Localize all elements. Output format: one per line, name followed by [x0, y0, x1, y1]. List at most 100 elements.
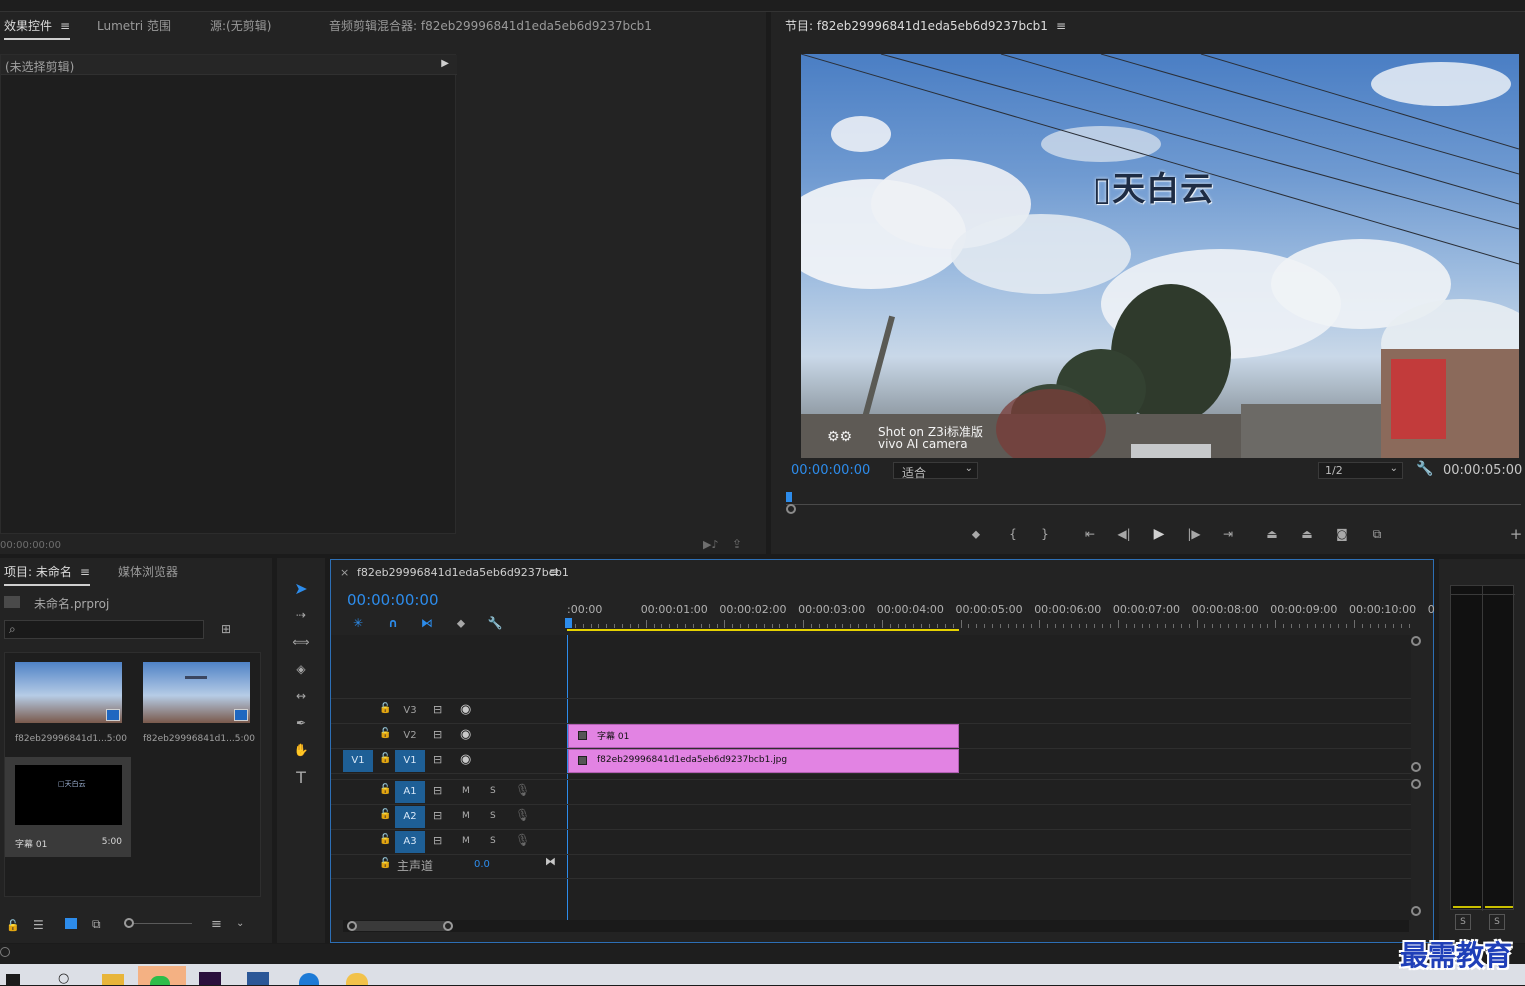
playhead-marker[interactable]: [786, 492, 792, 502]
chevron-down-icon[interactable]: ⌄: [236, 918, 244, 929]
voiceover-mic-icon[interactable]: 🎙: [515, 833, 530, 847]
work-area-bar[interactable]: [567, 629, 959, 631]
lock-track-icon[interactable]: 🔓: [379, 753, 391, 764]
track-target-a1[interactable]: A1: [395, 781, 425, 803]
eye-toggle-icon[interactable]: ◉: [460, 727, 471, 742]
voiceover-mic-icon[interactable]: 🎙: [515, 783, 530, 797]
eye-toggle-icon[interactable]: ◉: [460, 752, 471, 767]
sync-lock-icon[interactable]: ⊟: [433, 784, 442, 797]
solo-button[interactable]: S: [490, 836, 496, 846]
pen-tool-icon[interactable]: ✒: [289, 713, 313, 733]
zoom-slider-handle[interactable]: [124, 918, 134, 928]
audio-scroll-handle[interactable]: [1411, 779, 1421, 789]
sync-lock-icon[interactable]: ⊟: [433, 703, 442, 716]
step-back-icon[interactable]: ◀|: [1116, 526, 1132, 542]
wrench-settings-icon[interactable]: 🔧: [486, 615, 504, 631]
lift-icon[interactable]: ⏏: [1262, 526, 1282, 542]
add-button-icon[interactable]: +: [1509, 525, 1523, 543]
extract-icon[interactable]: ⏏: [1297, 526, 1317, 542]
razor-tool-icon[interactable]: ◈: [289, 659, 313, 679]
panel-menu-icon[interactable]: ≡: [60, 12, 70, 40]
go-to-out-point-icon[interactable]: ⧓: [545, 855, 556, 868]
scroll-end-handle[interactable]: [443, 921, 453, 931]
scrollbar-thumb[interactable]: [347, 921, 453, 931]
selection-tool-icon[interactable]: ➤: [289, 578, 313, 598]
lock-track-icon[interactable]: 🔓: [379, 809, 391, 820]
word-icon[interactable]: [247, 972, 269, 985]
playhead-marker[interactable]: [565, 618, 572, 628]
step-forward-icon[interactable]: |▶: [1186, 526, 1202, 542]
track-target-v3[interactable]: V3: [395, 700, 425, 722]
track-select-tool-icon[interactable]: ⇢: [289, 605, 313, 625]
time-ruler[interactable]: :00:00 00:00:01:00 00:00:02:00 00:00:03:00 0…: [565, 598, 1435, 632]
sync-lock-icon[interactable]: ⊟: [433, 753, 442, 766]
lock-track-icon[interactable]: 🔓: [379, 834, 391, 845]
windows-start-icon[interactable]: [6, 974, 20, 985]
project-item-selected[interactable]: □天白云 字幕 01 5:00: [5, 757, 131, 857]
comparison-view-icon[interactable]: ⧉: [1367, 526, 1387, 542]
solo-button[interactable]: S: [490, 811, 496, 821]
hand-tool-icon[interactable]: ✋: [289, 740, 313, 760]
video-scroll-handle[interactable]: [1411, 762, 1421, 772]
camera-export-frame-icon[interactable]: ◙: [1333, 526, 1351, 542]
track-target-a2[interactable]: A2: [395, 806, 425, 828]
icon-view-icon[interactable]: [65, 918, 77, 929]
zoom-handle[interactable]: [786, 504, 796, 514]
track-target-a3[interactable]: A3: [395, 831, 425, 853]
clip-v2[interactable]: 字幕 01: [568, 724, 959, 748]
sequence-tab-label[interactable]: f82eb29996841d1eda5eb6d9237bcb1: [357, 566, 569, 579]
linked-selection-icon[interactable]: ⧑: [418, 615, 436, 631]
timeline-current-time[interactable]: 00:00:00:00: [347, 591, 439, 609]
search-input[interactable]: ⌕: [4, 620, 204, 639]
mute-button[interactable]: M: [462, 836, 470, 846]
file-explorer-icon[interactable]: [102, 974, 124, 985]
eye-toggle-icon[interactable]: ◉: [460, 702, 471, 717]
master-volume-value[interactable]: 0.0: [474, 859, 490, 870]
track-target-v2[interactable]: V2: [395, 725, 425, 747]
program-video-frame[interactable]: ▯天白云 ⚙⚙ Shot on Z3i标准版 vivo AI camera: [801, 54, 1519, 458]
mute-button[interactable]: M: [462, 786, 470, 796]
voiceover-mic-icon[interactable]: 🎙: [515, 808, 530, 822]
track-target-v1[interactable]: V1: [395, 750, 425, 772]
go-to-in-icon[interactable]: ⇤: [1081, 526, 1099, 542]
panel-menu-icon[interactable]: ≡: [80, 558, 90, 586]
lock-track-icon[interactable]: 🔓: [379, 784, 391, 795]
lock-track-icon[interactable]: 🔓: [379, 728, 391, 739]
tab-media-browser[interactable]: 媒体浏览器: [118, 558, 178, 586]
list-view-icon[interactable]: ☰: [33, 918, 44, 932]
scroll-start-handle[interactable]: [347, 921, 357, 931]
lock-track-icon[interactable]: 🔓: [379, 703, 391, 714]
add-marker-icon[interactable]: ⬥: [452, 615, 470, 631]
project-item[interactable]: f82eb29996841d1... 5:00: [138, 658, 260, 750]
solo-button[interactable]: S: [490, 786, 496, 796]
resolution-dropdown[interactable]: 1/2 ⌄: [1318, 462, 1403, 479]
lock-track-icon[interactable]: 🔓: [379, 858, 391, 869]
type-tool-icon[interactable]: T: [289, 767, 313, 787]
panel-menu-icon[interactable]: ≡: [549, 565, 559, 579]
source-patch-v1[interactable]: V1: [343, 750, 373, 772]
export-frame-icon[interactable]: ⇪: [732, 537, 742, 551]
program-current-time[interactable]: 00:00:00:00: [791, 463, 870, 478]
video-scroll-handle[interactable]: [1411, 636, 1421, 646]
new-bin-icon[interactable]: ⊞: [221, 622, 231, 636]
go-to-out-icon[interactable]: ⇥: [1219, 526, 1237, 542]
tab-lumetri-scopes[interactable]: Lumetri 范围: [97, 12, 171, 40]
solo-left-button[interactable]: S: [1455, 914, 1471, 930]
wechat-taskbar-button[interactable]: [138, 966, 186, 985]
sync-lock-icon[interactable]: ⊟: [433, 834, 442, 847]
zoom-slider[interactable]: [124, 918, 192, 928]
premiere-icon[interactable]: [199, 972, 221, 985]
lock-icon[interactable]: 🔓: [6, 919, 20, 932]
slip-tool-icon[interactable]: ↔: [289, 686, 313, 706]
project-item[interactable]: f82eb29996841d1... 5:00: [10, 658, 132, 750]
mark-out-icon[interactable]: }: [1037, 526, 1053, 542]
audio-scroll-handle[interactable]: [1411, 906, 1421, 916]
tab-program[interactable]: 节目: f82eb29996841d1eda5eb6d9237bcb1 ≡: [785, 12, 1066, 40]
sort-icon[interactable]: ≡: [211, 917, 222, 932]
expand-arrow-icon[interactable]: ▶: [441, 58, 449, 69]
ripple-edit-tool-icon[interactable]: ⟺: [289, 632, 313, 652]
sync-lock-icon[interactable]: ⊟: [433, 728, 442, 741]
app-icon[interactable]: [346, 973, 368, 985]
nest-toggle-icon[interactable]: ✳: [349, 615, 367, 631]
mute-button[interactable]: M: [462, 811, 470, 821]
